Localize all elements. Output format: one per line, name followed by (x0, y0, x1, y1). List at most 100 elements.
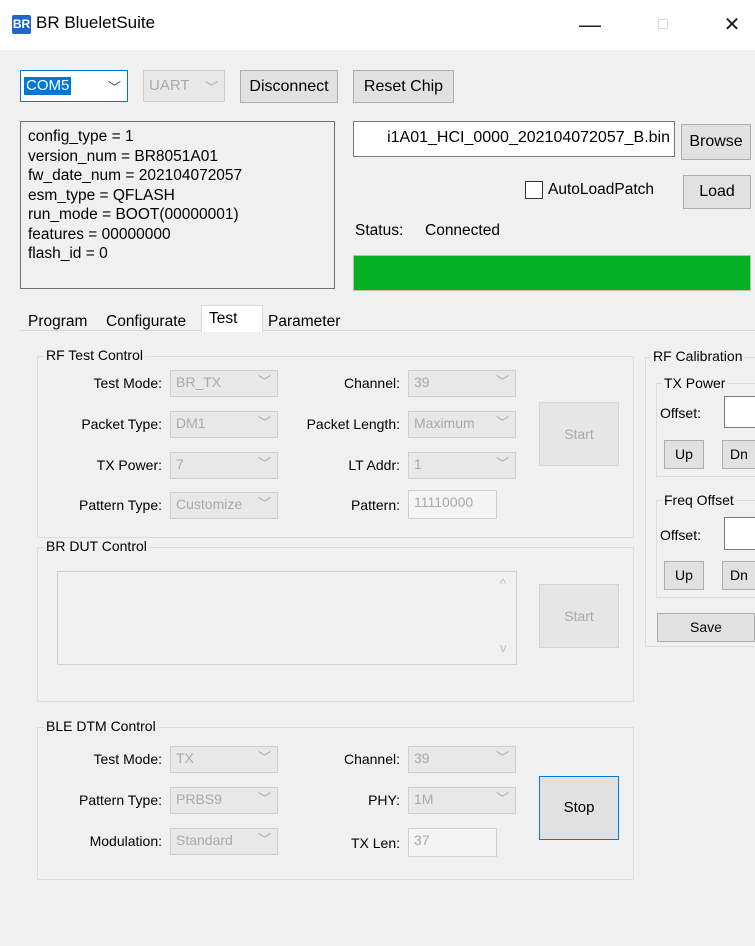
chip-info-line: run_mode = BOOT(00000001) (28, 206, 239, 223)
chevron-down-icon: ﹀ (495, 456, 509, 471)
rf-start-button[interactable]: Start (539, 402, 619, 466)
window-title: BR BlueletSuite (36, 13, 156, 32)
rf-packet-length-value: Maximum (414, 415, 475, 431)
rf-test-mode-select[interactable]: BR_TX ﹀ (170, 370, 278, 397)
patch-file-value: i1A01_HCI_0000_202104072057_B.bin (387, 129, 670, 146)
rf-pattern-type-value: Customize (176, 496, 243, 512)
rf-packet-type-label: Packet Type: (81, 416, 162, 432)
rf-tx-power-value: 7 (176, 456, 184, 472)
freq-offset-label: Offset: (660, 527, 701, 543)
tab-test[interactable]: Test (201, 305, 263, 332)
autoload-checkbox[interactable] (525, 181, 543, 199)
scroll-down-icon[interactable]: v (500, 640, 507, 655)
ble-phy-value: 1M (414, 791, 434, 807)
ble-tx-len-value: 37 (414, 832, 430, 848)
scroll-up-icon[interactable]: ^ (500, 576, 506, 591)
browse-button[interactable]: Browse (681, 124, 751, 160)
freq-offset-title: Freq Offset (662, 492, 736, 508)
autoload-label: AutoLoadPatch (548, 181, 655, 198)
chevron-down-icon: ﹀ (495, 374, 509, 389)
ble-tx-len-label: TX Len: (350, 835, 400, 851)
chevron-down-icon: ﹀ (495, 750, 509, 765)
progress-fill (354, 256, 750, 290)
freq-offset-input[interactable] (724, 517, 755, 550)
freq-up-button[interactable]: Up (664, 561, 704, 590)
chevron-down-icon: ﹀ (257, 791, 271, 806)
ble-test-mode-label: Test Mode: (93, 751, 162, 767)
chip-info-line: esm_type = QFLASH (28, 186, 175, 204)
rf-lt-addr-label: LT Addr: (348, 457, 400, 473)
rf-channel-label: Channel: (343, 375, 400, 391)
load-button[interactable]: Load (683, 175, 751, 209)
chevron-down-icon: ﹀ (495, 415, 509, 430)
app-logo-icon: BR (12, 15, 31, 34)
chevron-down-icon: ﹀ (257, 496, 271, 511)
ble-modulation-value: Standard (176, 832, 233, 848)
chevron-down-icon: ﹀ (257, 456, 271, 471)
chip-info-line: fw_date_num = 202104072057 (28, 167, 243, 184)
rf-packet-length-select[interactable]: Maximum ﹀ (408, 411, 516, 438)
ble-pattern-type-value: PRBS9 (176, 791, 222, 807)
rf-calibration-title: RF Calibration (651, 348, 745, 364)
rf-packet-type-select[interactable]: DM1 ﹀ (170, 411, 278, 438)
tx-dn-button[interactable]: Dn (722, 440, 755, 469)
rf-packet-length-label: Packet Length: (306, 416, 400, 432)
port-select[interactable]: COM5 ﹀ (20, 70, 128, 102)
chip-info-line: flash_id = 0 (28, 245, 108, 262)
ble-stop-button[interactable]: Stop (539, 776, 619, 840)
ble-pattern-type-label: Pattern Type: (78, 792, 162, 808)
br-dut-textarea[interactable]: ^ v (57, 571, 517, 665)
disconnect-button[interactable]: Disconnect (240, 70, 338, 103)
freq-dn-button[interactable]: Dn (722, 561, 755, 590)
rf-pattern-label: Pattern: (350, 497, 400, 513)
ble-channel-label: Channel: (343, 751, 400, 767)
rf-test-mode-value: BR_TX (176, 374, 222, 390)
reset-chip-button[interactable]: Reset Chip (353, 70, 454, 103)
rf-packet-type-value: DM1 (176, 415, 206, 431)
ble-modulation-label: Modulation: (89, 833, 162, 849)
minimize-button[interactable]: — (567, 8, 613, 42)
rf-pattern-type-select[interactable]: Customize ﹀ (170, 492, 278, 519)
rf-channel-value: 39 (414, 374, 430, 390)
rf-pattern-value: 11110000 (414, 494, 474, 510)
ble-phy-select[interactable]: 1M ﹀ (408, 787, 516, 814)
chip-info-line: version_num = BR8051A01 (28, 147, 218, 165)
tx-offset-input[interactable] (724, 396, 755, 428)
br-dut-start-button[interactable]: Start (539, 584, 619, 648)
rf-tx-power-select[interactable]: 7 ﹀ (170, 452, 278, 479)
tab-parameter[interactable]: Parameter (268, 313, 340, 331)
ble-tx-len-input[interactable]: 37 (408, 828, 497, 857)
rf-test-title: RF Test Control (44, 347, 145, 363)
chevron-down-icon: ﹀ (495, 791, 509, 806)
rf-channel-select[interactable]: 39 ﹀ (408, 370, 516, 397)
tab-configurate[interactable]: Configurate (106, 313, 186, 331)
ble-test-mode-value: TX (176, 750, 194, 766)
rf-lt-addr-value: 1 (414, 456, 422, 472)
status-value: Connected (425, 222, 500, 239)
rf-lt-addr-select[interactable]: 1 ﹀ (408, 452, 516, 479)
rf-pattern-input[interactable]: 11110000 (408, 490, 497, 519)
br-dut-scrollbar[interactable]: ^ v (495, 572, 516, 664)
rf-pattern-type-label: Pattern Type: (78, 497, 162, 513)
maximize-button[interactable]: □ (640, 8, 686, 42)
tx-power-title: TX Power (662, 375, 728, 391)
tab-test-label: Test (209, 310, 238, 327)
ble-test-mode-select[interactable]: TX ﹀ (170, 746, 278, 773)
patch-file-input[interactable]: i1A01_HCI_0000_202104072057_B.bin (353, 121, 675, 157)
tx-up-button[interactable]: Up (664, 440, 704, 469)
chip-info-box: config_type = 1 version_num = BR8051A01 fw… (20, 121, 335, 289)
progress-bar (353, 255, 751, 291)
chevron-down-icon: ﹀ (107, 80, 121, 95)
tab-program[interactable]: Program (28, 313, 87, 331)
chip-info-line: config_type = 1 (28, 128, 134, 145)
interface-select[interactable]: UART ﹀ (143, 70, 225, 102)
save-button[interactable]: Save (657, 613, 755, 642)
chevron-down-icon: ﹀ (257, 374, 271, 389)
ble-dtm-title: BLE DTM Control (44, 718, 158, 734)
chevron-down-icon: ﹀ (204, 80, 218, 95)
ble-modulation-select[interactable]: Standard ﹀ (170, 828, 278, 855)
rf-test-mode-label: Test Mode: (93, 375, 162, 391)
ble-channel-select[interactable]: 39 ﹀ (408, 746, 516, 773)
close-button[interactable]: ✕ (709, 8, 755, 42)
ble-pattern-type-select[interactable]: PRBS9 ﹀ (170, 787, 278, 814)
